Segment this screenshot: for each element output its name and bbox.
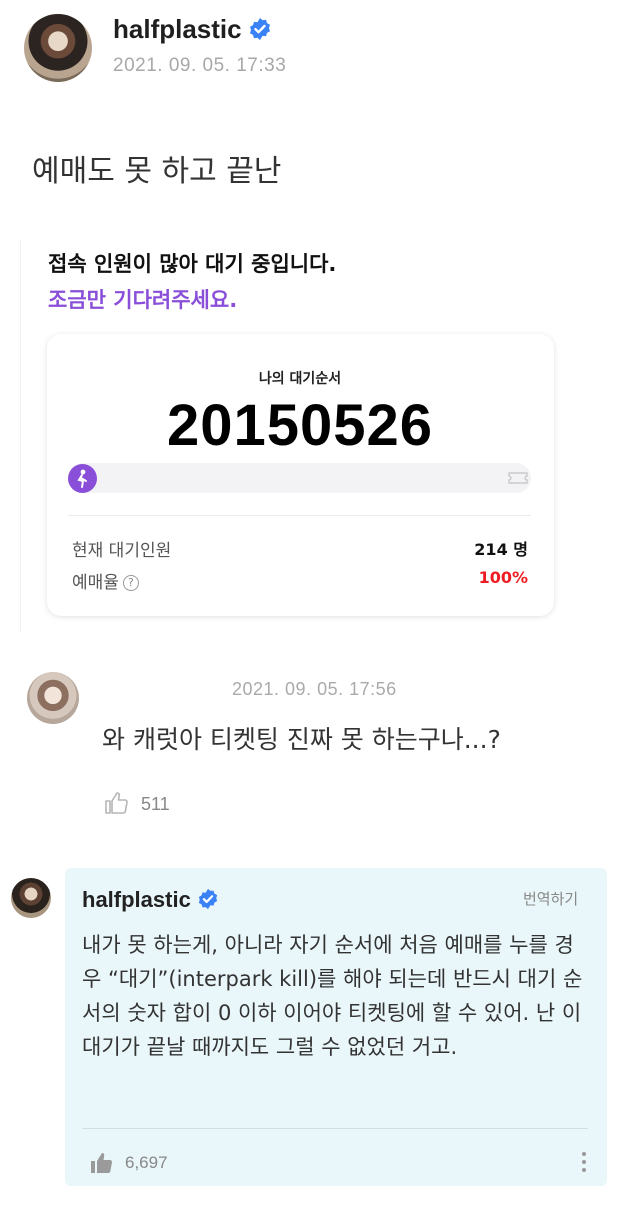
more-options-icon[interactable] (577, 1148, 591, 1176)
like-icon[interactable] (103, 790, 129, 816)
like-icon[interactable] (88, 1150, 114, 1176)
queue-progress-track (68, 463, 531, 493)
verified-badge-icon (249, 18, 270, 40)
comment-text: 와 캐럿아 티켓팅 진짜 못 하는구나...? (102, 725, 501, 754)
help-icon[interactable]: ? (122, 575, 139, 591)
post-text: 예매도 못 하고 끝난 (32, 154, 282, 189)
queue-number: 20150526 (166, 393, 434, 458)
translate-button[interactable]: 번역하기 (523, 888, 578, 909)
reply-like-count: 6,697 (125, 1153, 168, 1172)
current-waiting-value: 214 명 (474, 540, 528, 559)
booking-rate-value: 100% (478, 568, 528, 587)
reply-divider (82, 1128, 588, 1129)
verified-badge-icon (198, 888, 217, 910)
reply-text: 내가 못 하는게, 아니라 자기 순서에 처음 예매를 누를 경우 “대기”(i… (82, 933, 583, 1059)
booking-rate-text: 예매율 (72, 573, 119, 593)
waiting-subtitle: 조금만 기다려주세요. (48, 288, 238, 312)
author-avatar[interactable] (24, 14, 92, 82)
queue-label: 나의 대기순서 (258, 371, 342, 387)
card-divider (68, 515, 531, 516)
reply-author-username[interactable]: halfplastic (82, 887, 219, 913)
post-timestamp: 2021. 09. 05. 17:33 (113, 55, 287, 76)
ticket-icon (508, 472, 528, 484)
author-username[interactable]: halfplastic (113, 14, 272, 45)
comment-timestamp: 2021. 09. 05. 17:56 (232, 679, 397, 699)
author-name-text[interactable]: halfplastic (113, 14, 242, 44)
comment-like-count: 511 (141, 794, 170, 814)
current-waiting-label: 현재 대기인원 (72, 541, 172, 561)
waiting-title: 접속 인원이 많아 대기 중입니다. (48, 252, 337, 276)
booking-rate-label: 예매율? (72, 568, 139, 593)
runner-icon (68, 464, 97, 493)
reply-author-name-text[interactable]: halfplastic (82, 887, 191, 912)
reply-author-avatar[interactable] (11, 878, 51, 918)
commenter-avatar[interactable] (27, 672, 79, 724)
